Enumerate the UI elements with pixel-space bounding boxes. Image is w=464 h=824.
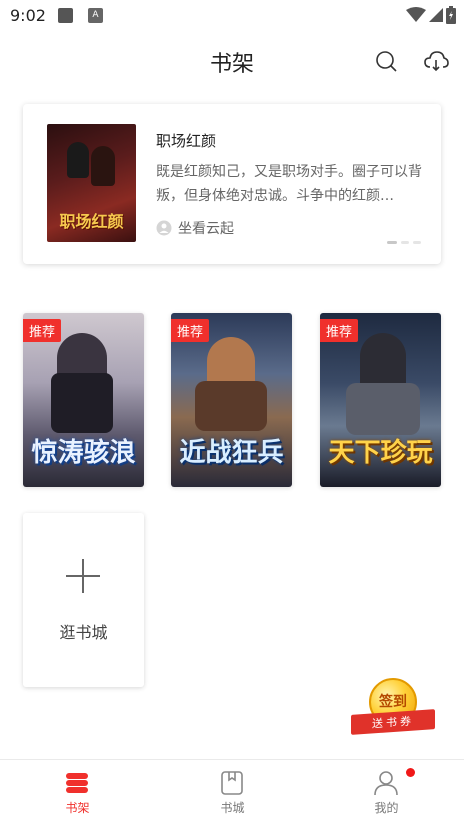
nav-label: 书架	[65, 801, 90, 815]
carousel-indicator	[387, 241, 421, 244]
a-badge-icon: A	[88, 8, 103, 23]
book-item[interactable]: 推荐 惊涛骇浪	[23, 313, 144, 487]
recommend-tag: 推荐	[171, 319, 210, 342]
signal-icon	[429, 8, 443, 22]
title-bar: 书架	[0, 40, 464, 80]
browse-store-button[interactable]: 逛书城	[23, 513, 144, 687]
square-icon	[58, 8, 73, 23]
ribbon-banner: 送书券	[351, 709, 435, 735]
bookstore-icon	[221, 771, 243, 795]
nav-label: 我的	[374, 801, 399, 815]
nav-label: 书城	[220, 801, 245, 815]
sign-in-button[interactable]: 签到 送书券	[351, 678, 435, 738]
recommended-book-description: 既是红颜知己，又是职场对手。圈子可以背叛，但身体绝对忠诚。斗争中的红颜…	[156, 164, 422, 204]
ribbon-label: 送书券	[372, 714, 414, 731]
status-time: 9:02	[10, 6, 46, 25]
browse-store-label: 逛书城	[59, 623, 108, 642]
author-icon	[156, 220, 172, 236]
search-icon[interactable]	[373, 48, 399, 74]
book-cover-title: 天下珍玩	[328, 438, 433, 468]
recommend-tag: 推荐	[23, 319, 62, 342]
book-cover-title: 近战狂兵	[179, 438, 284, 468]
wifi-icon	[406, 7, 426, 22]
carousel-dot	[401, 241, 409, 244]
recommended-cover-title: 职场红颜	[59, 212, 124, 231]
recommended-author-row: 坐看云起	[156, 218, 234, 238]
sign-in-label: 签到	[379, 694, 407, 710]
book-item[interactable]: 推荐 天下珍玩	[320, 313, 441, 487]
cloud-download-icon[interactable]	[423, 48, 449, 74]
book-item[interactable]: 推荐 近战狂兵	[171, 313, 292, 487]
status-bar: 9:02 A	[0, 0, 464, 32]
carousel-dot	[413, 241, 421, 244]
notification-dot	[406, 768, 415, 777]
nav-item-bookshelf[interactable]: 书架	[0, 760, 155, 824]
carousel-dot	[387, 241, 397, 244]
nav-item-bookstore[interactable]: 书城	[155, 760, 310, 824]
recommended-author: 坐看云起	[178, 221, 234, 237]
battery-icon	[446, 6, 456, 24]
book-cover-title: 惊涛骇浪	[31, 438, 136, 468]
profile-icon	[374, 771, 398, 796]
recommended-book-card[interactable]: 职场红颜 职场红颜 既是红颜知己，又是职场对手。圈子可以背叛，但身体绝对忠诚。斗…	[23, 104, 441, 264]
recommend-tag: 推荐	[320, 319, 359, 342]
bottom-nav: 书架 书城 我的	[0, 759, 464, 824]
recommended-book-cover: 职场红颜	[47, 124, 136, 242]
nav-item-profile[interactable]: 我的	[309, 760, 464, 824]
bookshelf-icon	[66, 773, 88, 793]
recommended-book-title: 职场红颜	[156, 132, 217, 150]
